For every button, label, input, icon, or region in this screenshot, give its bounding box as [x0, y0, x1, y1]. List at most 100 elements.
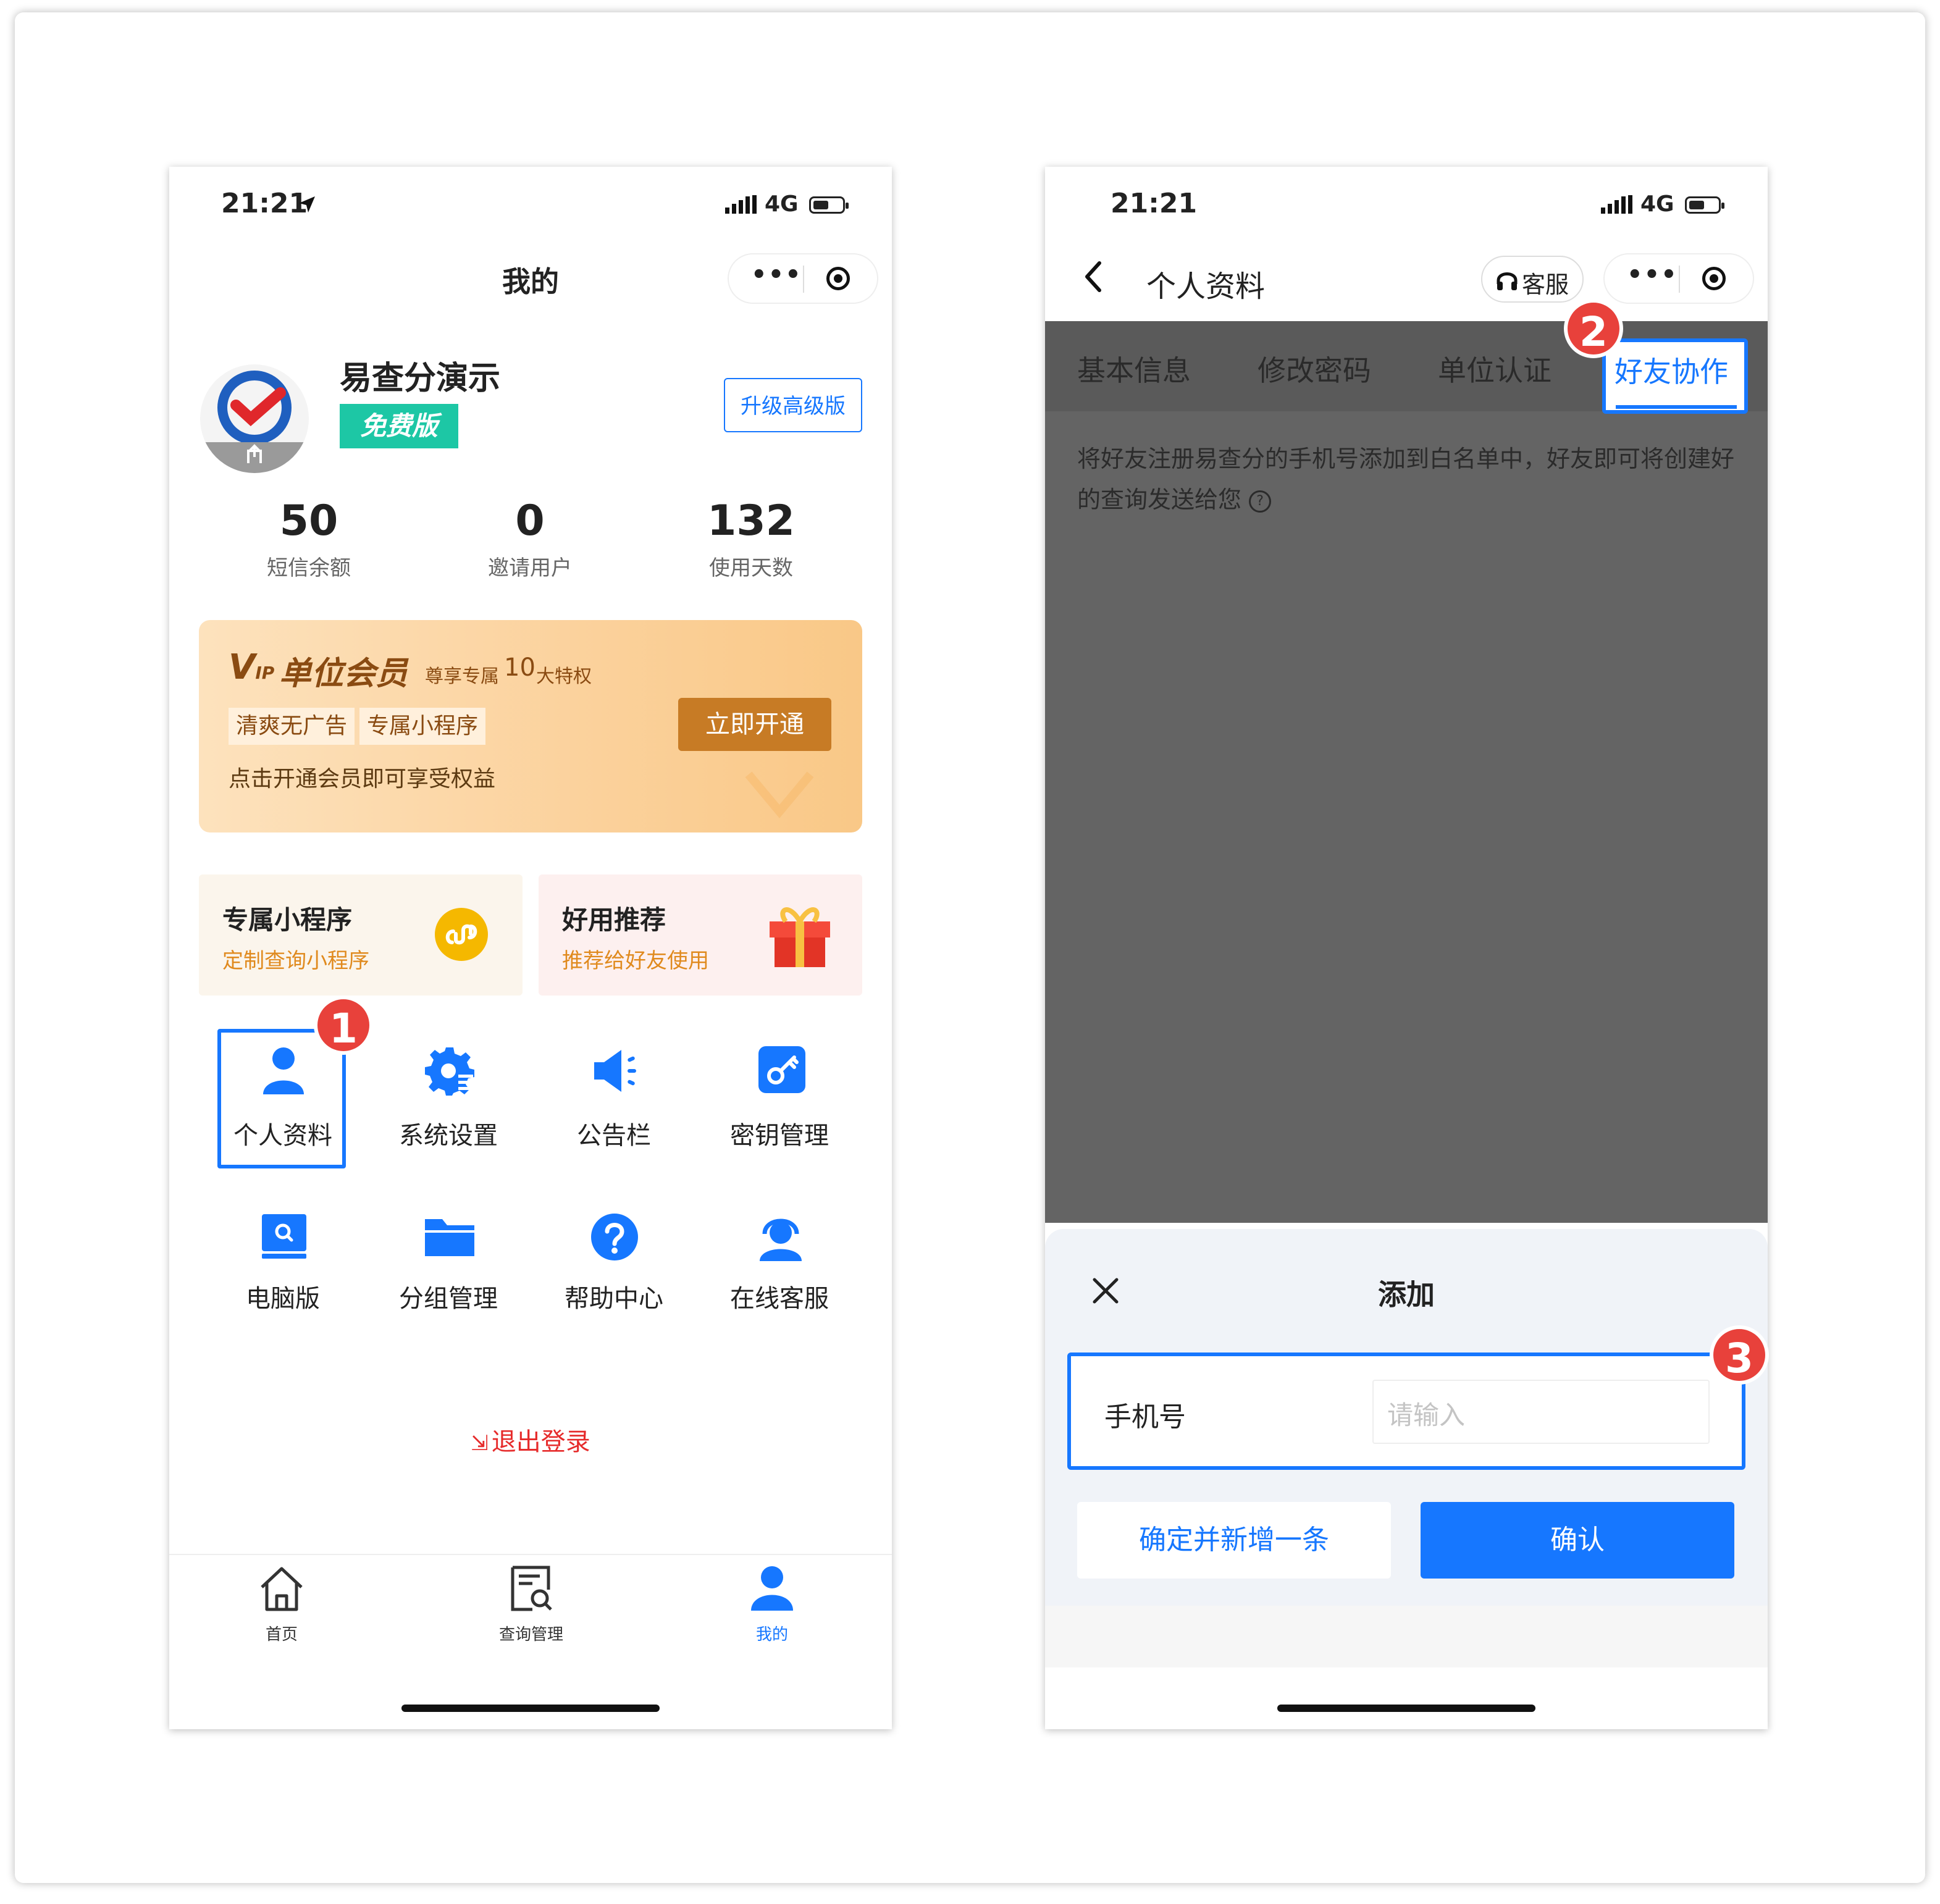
stat-sms-label: 短信余额 — [267, 556, 351, 581]
grid-label: 分组管理 — [399, 1285, 498, 1313]
grid-item-groups[interactable]: 分组管理 — [374, 1213, 523, 1330]
grid-item-profile[interactable]: 个人资料 — [209, 1046, 357, 1164]
tab-friend-collab-highlight[interactable]: 好友协作 — [1602, 338, 1748, 414]
home-indicator — [1277, 1705, 1535, 1712]
mini-program-capsule: ••• — [728, 253, 878, 304]
vip-subtitle-number: 10 — [504, 653, 535, 682]
close-miniprogram-icon[interactable] — [826, 267, 850, 290]
vip-title: 单位会员 — [279, 655, 408, 692]
step-badge-1: 1 — [314, 996, 373, 1055]
home-icon — [261, 1567, 303, 1611]
add-bottom-sheet: 添加 手机号 请输入 确定并新增一条 确认 — [1045, 1229, 1768, 1667]
grid-item-keys[interactable]: 密钥管理 — [705, 1046, 854, 1164]
status-time: 21:21 — [1111, 188, 1198, 219]
person-icon — [751, 1566, 793, 1611]
gear-icon — [425, 1047, 474, 1096]
promo-card-recommend[interactable]: 好用推荐 推荐给好友使用 — [539, 874, 862, 996]
sheet-footer — [1045, 1606, 1768, 1667]
monitor-icon — [262, 1214, 306, 1259]
vip-watermark-icon — [745, 771, 814, 818]
service-label: 客服 — [1522, 271, 1569, 298]
battery-icon — [809, 196, 849, 214]
person-icon — [263, 1047, 304, 1094]
active-tab-underline — [1616, 405, 1737, 409]
network-type: 4G — [1640, 191, 1674, 217]
plan-badge: 免费版 — [340, 404, 458, 448]
stat-days-label: 使用天数 — [709, 556, 793, 581]
vip-subtitle-suffix: 大特权 — [536, 666, 592, 687]
megaphone-icon — [594, 1050, 636, 1092]
tabbar-divider — [169, 1554, 892, 1555]
logout-icon: ⇲ — [471, 1431, 489, 1456]
grid-item-settings[interactable]: 系统设置 — [374, 1046, 523, 1164]
tab-change-password[interactable]: 修改密码 — [1258, 348, 1371, 389]
phone-input-placeholder: 请输入 — [1387, 1400, 1466, 1430]
close-miniprogram-icon[interactable] — [1702, 267, 1726, 290]
query-icon — [511, 1566, 552, 1611]
tab-friend-collab: 好友协作 — [1615, 355, 1728, 388]
grid-label: 公告栏 — [577, 1122, 651, 1150]
step-badge-2: 2 — [1564, 299, 1623, 358]
gift-icon — [770, 907, 830, 967]
vip-tag: 清爽无广告 — [229, 708, 355, 745]
capsule-divider — [803, 266, 804, 293]
tabbar-mine[interactable]: 我的 — [716, 1565, 828, 1645]
page-title: 个人资料 — [1146, 269, 1266, 304]
more-dots-icon[interactable]: ••• — [751, 261, 802, 289]
network-type: 4G — [765, 191, 799, 217]
grid-item-desktop[interactable]: 电脑版 — [209, 1213, 357, 1330]
phone-field-label: 手机号 — [1104, 1401, 1186, 1433]
logout-link[interactable]: ⇲ 退出登录 — [169, 1422, 892, 1457]
vip-open-button[interactable]: 立即开通 — [678, 698, 831, 751]
stat-days-value: 132 — [707, 497, 795, 545]
tab-basic-info[interactable]: 基本信息 — [1077, 348, 1191, 389]
confirm-button[interactable]: 确认 — [1421, 1502, 1734, 1579]
tabbar-label: 首页 — [265, 1625, 298, 1644]
location-arrow-icon — [299, 196, 315, 212]
avatar[interactable] — [200, 364, 309, 473]
grid-item-support[interactable]: 在线客服 — [705, 1213, 854, 1330]
support-agent-icon — [760, 1218, 802, 1261]
help-circle-icon[interactable]: ? — [1249, 490, 1272, 513]
promo-card-subtitle: 定制查询小程序 — [222, 949, 369, 973]
vip-banner[interactable]: VIP 单位会员 尊享专属 10 大特权 清爽无广告 专属小程序 点击开通会员即… — [199, 620, 862, 832]
help-icon — [591, 1214, 638, 1260]
grid-label: 在线客服 — [730, 1285, 829, 1313]
grid-label: 系统设置 — [399, 1122, 498, 1150]
grid-label: 密钥管理 — [730, 1122, 829, 1150]
miniprogram-icon — [435, 908, 488, 961]
grid-item-help[interactable]: 帮助中心 — [540, 1213, 688, 1330]
stat-sms-value: 50 — [279, 497, 338, 545]
step-badge-3: 3 — [1710, 1325, 1769, 1385]
vip-description: 点击开通会员即可享受权益 — [229, 766, 496, 792]
grid-item-notice[interactable]: 公告栏 — [540, 1046, 688, 1164]
phone-field-row: 手机号 请输入 — [1067, 1353, 1745, 1470]
sheet-title: 添加 — [1378, 1278, 1435, 1311]
tabbar-label: 我的 — [755, 1625, 788, 1644]
collab-description-text: 将好友注册易查分的手机号添加到白名单中，好友即可将创建好的查询发送给您 — [1077, 445, 1735, 513]
phone-input[interactable]: 请输入 — [1372, 1380, 1710, 1444]
service-button[interactable]: 客服 — [1481, 256, 1584, 303]
logo-icon — [200, 371, 309, 473]
signal-icon — [1601, 195, 1632, 214]
promo-card-title: 专属小程序 — [222, 905, 353, 935]
more-dots-icon[interactable]: ••• — [1627, 261, 1678, 289]
upgrade-button[interactable]: 升级高级版 — [724, 378, 862, 432]
tabbar-home[interactable]: 首页 — [226, 1565, 337, 1645]
folder-icon — [425, 1219, 474, 1256]
back-arrow-icon[interactable] — [1082, 259, 1104, 294]
key-icon — [758, 1046, 805, 1093]
collab-description: 将好友注册易查分的手机号添加到白名单中，好友即可将创建好的查询发送给您 ? — [1077, 438, 1744, 520]
logout-label: 退出登录 — [491, 1428, 590, 1456]
headset-icon — [1497, 272, 1518, 290]
stat-invite-value: 0 — [515, 497, 545, 545]
phone-my-page: 21:21 4G 我的 ••• 易查分演示 免费版 升级高级版 50 短信余额 … — [169, 167, 892, 1729]
tabbar-query[interactable]: 查询管理 — [476, 1565, 587, 1645]
grid-label: 电脑版 — [246, 1285, 320, 1313]
promo-card-miniprogram[interactable]: 专属小程序 定制查询小程序 — [199, 874, 523, 996]
battery-icon — [1685, 196, 1724, 214]
vip-icon: VIP — [229, 647, 275, 687]
tab-org-verify[interactable]: 单位认证 — [1438, 348, 1552, 389]
signal-icon — [725, 195, 757, 214]
confirm-and-add-button[interactable]: 确定并新增一条 — [1077, 1502, 1391, 1579]
